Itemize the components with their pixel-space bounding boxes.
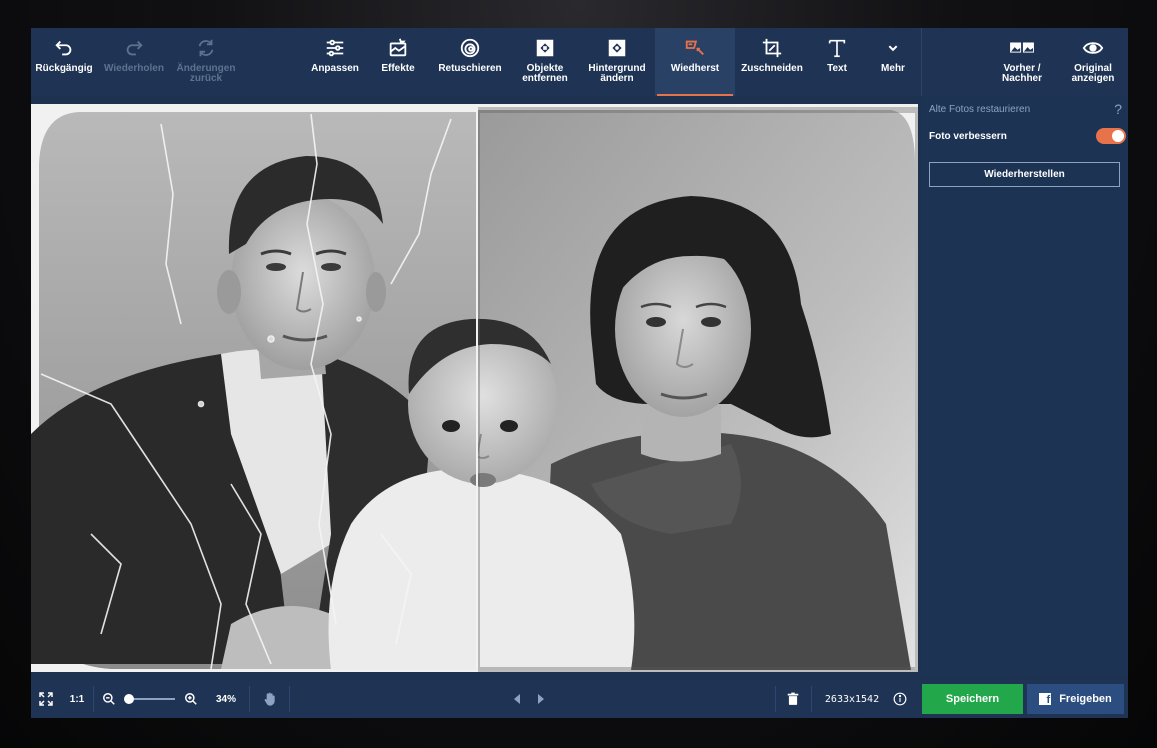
panel-section-title: Alte Fotos restaurieren	[929, 104, 1031, 115]
share-label: Freigeben	[1059, 693, 1112, 705]
redo-icon	[126, 40, 143, 56]
change-background-button[interactable]: Hintergrund ändern	[583, 28, 651, 96]
fullscreen-icon	[39, 692, 53, 706]
revert-button[interactable]: Änderungen zurück	[169, 28, 243, 96]
text-button[interactable]: Text	[811, 28, 863, 96]
effects-label: Effekte	[381, 63, 415, 74]
retouch-button[interactable]: Retuschieren	[431, 28, 509, 96]
undo-label: Rückgängig	[35, 63, 93, 74]
revert-icon	[198, 39, 214, 57]
facebook-icon: f	[1039, 693, 1052, 706]
revert-label: Änderungen zurück	[176, 63, 236, 84]
before-after-icon	[1010, 42, 1034, 53]
retouch-label: Retuschieren	[438, 63, 502, 74]
arrow-right-icon	[538, 694, 544, 704]
more-label: Mehr	[881, 63, 905, 74]
zoom-out-icon	[103, 693, 115, 705]
save-button[interactable]: Speichern	[922, 684, 1023, 714]
zoom-level: 34%	[215, 693, 236, 705]
status-separator	[811, 686, 812, 712]
zoom-out-button[interactable]	[99, 680, 119, 718]
enhance-photo-label: Foto verbessern	[929, 131, 1007, 142]
restore-panel: Alte Fotos restaurieren ? Foto verbesser…	[921, 96, 1128, 676]
main-toolbar: Rückgängig Wiederholen Änderungen zurück…	[31, 28, 1128, 96]
undo-button[interactable]: Rückgängig	[31, 28, 97, 96]
chevron-down-icon	[888, 45, 898, 52]
text-label: Text	[827, 63, 847, 74]
before-after-button[interactable]: Vorher / Nachher	[989, 28, 1055, 96]
adjust-label: Anpassen	[311, 63, 359, 74]
effects-button[interactable]: Effekte	[369, 28, 427, 96]
zoom-in-icon	[185, 693, 197, 705]
toggle-knob	[1112, 130, 1124, 142]
fit-screen-button[interactable]	[31, 680, 61, 718]
bottom-status-bar: 1:1 34% 2633x1542 Speichern f Freigeben	[31, 680, 1128, 718]
background-icon	[608, 39, 626, 57]
undo-icon	[55, 40, 72, 56]
retouch-icon	[460, 38, 480, 58]
remove-objects-icon	[536, 39, 554, 57]
crop-button[interactable]: Zuschneiden	[737, 28, 807, 96]
redo-label: Wiederholen	[104, 63, 164, 74]
text-icon	[828, 39, 846, 58]
before-after-divider[interactable]	[476, 104, 478, 672]
enhance-photo-toggle[interactable]	[1096, 128, 1126, 144]
before-after-photo[interactable]	[31, 104, 918, 672]
family-photo	[31, 104, 918, 672]
restore-tool-label: Wiedherst	[670, 63, 720, 74]
zoom-slider-thumb[interactable]	[124, 694, 134, 704]
arrow-left-icon	[514, 694, 520, 704]
info-icon	[893, 692, 907, 706]
status-separator	[775, 686, 776, 712]
show-original-button[interactable]: Original anzeigen	[1061, 28, 1125, 96]
change-background-label: Hintergrund ändern	[588, 63, 646, 84]
toolbar-divider	[921, 28, 922, 96]
before-after-label: Vorher / Nachher	[1001, 63, 1042, 84]
next-image-button[interactable]	[531, 680, 551, 718]
show-original-label: Original anzeigen	[1071, 63, 1115, 84]
remove-objects-button[interactable]: Objekte entfernen	[513, 28, 577, 96]
sliders-icon	[326, 39, 344, 57]
eye-icon	[1082, 42, 1104, 54]
actual-size-button[interactable]: 1:1	[63, 680, 91, 718]
restore-tool-button[interactable]: Wiedherst	[655, 28, 735, 96]
photo-editor-window: Rückgängig Wiederholen Änderungen zurück…	[31, 28, 1128, 718]
delete-button[interactable]	[781, 680, 805, 718]
hand-icon	[264, 692, 275, 706]
pan-hand-button[interactable]	[253, 680, 287, 718]
crop-icon	[762, 38, 782, 58]
restore-brush-icon	[685, 40, 704, 56]
status-separator	[289, 686, 290, 712]
restore-button[interactable]: Wiederherstellen	[929, 162, 1120, 187]
previous-image-button[interactable]	[507, 680, 527, 718]
trash-icon	[787, 692, 799, 705]
adjust-button[interactable]: Anpassen	[303, 28, 367, 96]
crop-label: Zuschneiden	[741, 63, 803, 74]
image-dimensions: 2633x1542	[824, 693, 880, 705]
image-canvas[interactable]	[31, 96, 920, 676]
image-info-button[interactable]	[889, 680, 911, 718]
zoom-in-button[interactable]	[181, 680, 201, 718]
redo-button[interactable]: Wiederholen	[99, 28, 169, 96]
status-separator	[249, 686, 250, 712]
help-icon[interactable]: ?	[1114, 101, 1122, 117]
share-button[interactable]: f Freigeben	[1027, 684, 1124, 714]
more-button[interactable]: Mehr	[867, 28, 919, 96]
effects-icon	[389, 38, 407, 57]
status-separator	[93, 686, 94, 712]
remove-objects-label: Objekte entfernen	[522, 63, 568, 84]
